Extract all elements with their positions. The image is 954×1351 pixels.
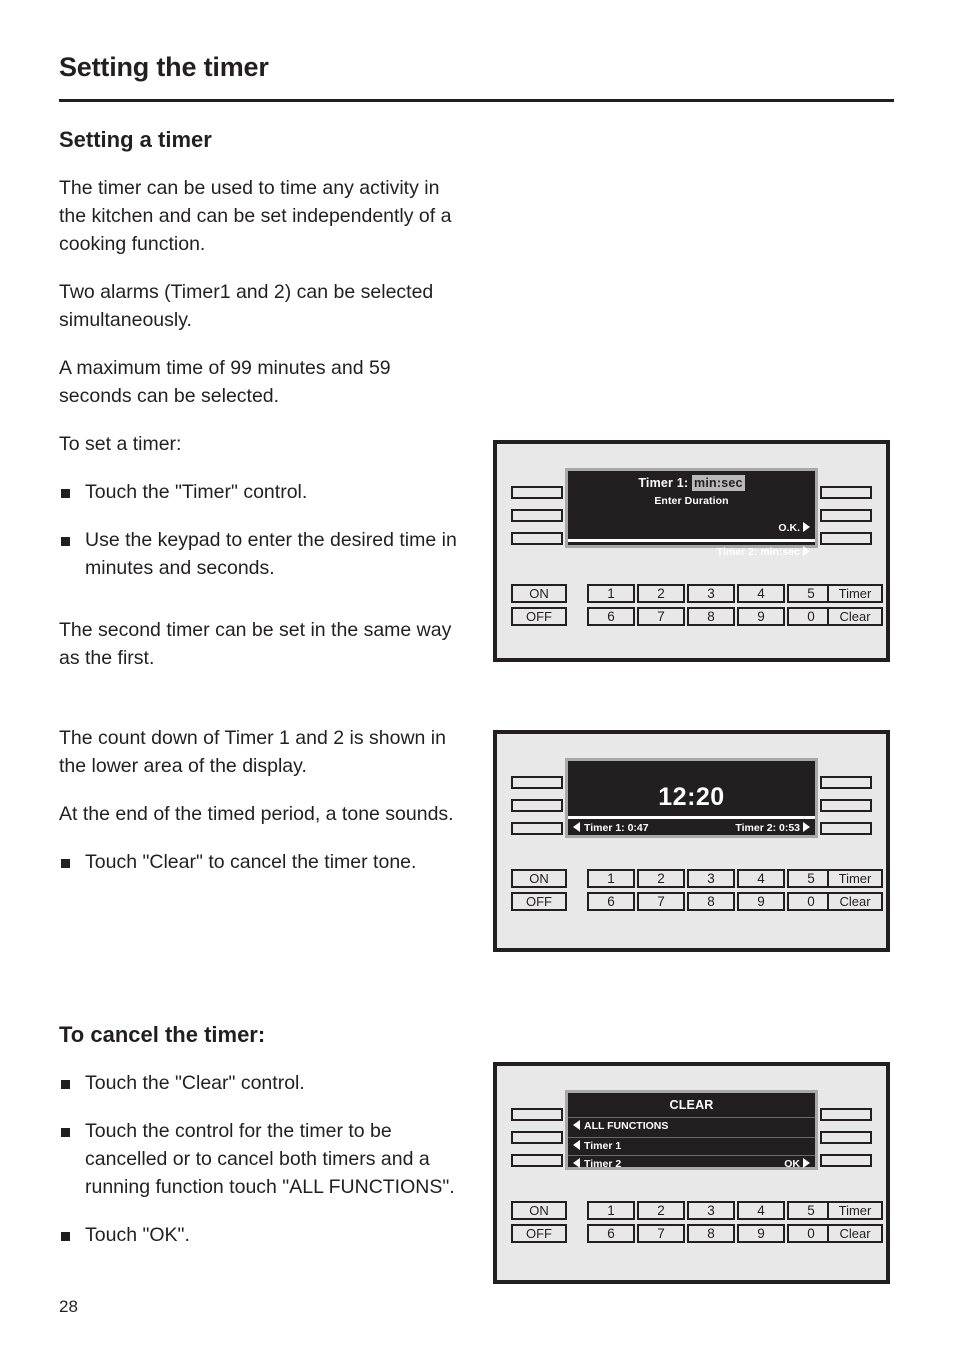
key-7[interactable]: 7 (637, 607, 685, 626)
control-panel-timer-entry: Timer 1: min:sec Enter Duration O.K. Tim… (493, 440, 890, 662)
clear-button[interactable]: Clear (827, 607, 883, 626)
list-item-text: Touch "OK". (85, 1224, 190, 1246)
key-4[interactable]: 4 (737, 869, 785, 888)
section-heading-cancel-timer: To cancel the timer: (59, 1022, 266, 1047)
key-3[interactable]: 3 (687, 869, 735, 888)
key-7[interactable]: 7 (637, 892, 685, 911)
bullet-square-icon (61, 1128, 70, 1137)
bullet-square-icon (61, 1232, 70, 1241)
section-countdown: The count down of Timer 1 and 2 is shown… (59, 724, 459, 876)
list-item: Touch "Clear" to cancel the timer tone. (59, 848, 459, 876)
section-cancel-timer: To cancel the timer: Touch the "Clear" c… (59, 1021, 459, 1249)
paragraph-timer-use: The timer can be used to time any activi… (59, 177, 452, 255)
key-1[interactable]: 1 (587, 1201, 635, 1220)
timer-button[interactable]: Timer (827, 869, 883, 888)
section-setting-a-timer: Setting a timer The timer can be used to… (59, 126, 459, 672)
page-title: Setting the timer (59, 52, 269, 82)
key-2[interactable]: 2 (637, 1201, 685, 1220)
bullet-square-icon (61, 489, 70, 498)
timer-button[interactable]: Timer (827, 1201, 883, 1220)
on-button[interactable]: ON (511, 1201, 567, 1220)
keypad: ON OFF 1 2 3 4 5 6 7 8 9 0 Timer Clear (497, 734, 886, 948)
list-item-text: Use the keypad to enter the desired time… (85, 529, 457, 579)
key-6[interactable]: 6 (587, 607, 635, 626)
bullet-square-icon (61, 537, 70, 546)
key-1[interactable]: 1 (587, 869, 635, 888)
header-divider (59, 99, 894, 102)
control-panel-clear-menu: CLEAR ALL FUNCTIONS Timer 1 Timer 2 OK O… (493, 1062, 890, 1284)
key-7[interactable]: 7 (637, 1224, 685, 1243)
key-1[interactable]: 1 (587, 584, 635, 603)
clear-button[interactable]: Clear (827, 892, 883, 911)
list-item: Use the keypad to enter the desired time… (59, 526, 459, 582)
list-item-text: Touch the control for the timer to be ca… (85, 1120, 455, 1198)
paragraph-tone-sounds: At the end of the timed period, a tone s… (59, 803, 454, 825)
section-heading-setting-a-timer: Setting a timer (59, 127, 212, 152)
bullet-list-set-timer: Touch the "Timer" control. Use the keypa… (59, 478, 459, 582)
keypad: ON OFF 1 2 3 4 5 6 7 8 9 0 Timer Clear (497, 444, 886, 658)
list-item-text: Touch the "Clear" control. (85, 1072, 305, 1094)
bullet-square-icon (61, 859, 70, 868)
on-button[interactable]: ON (511, 584, 567, 603)
list-item-text: Touch "Clear" to cancel the timer tone. (85, 851, 417, 873)
page-number: 28 (59, 1297, 78, 1316)
key-6[interactable]: 6 (587, 892, 635, 911)
list-item: Touch the control for the timer to be ca… (59, 1117, 459, 1201)
key-4[interactable]: 4 (737, 584, 785, 603)
key-8[interactable]: 8 (687, 892, 735, 911)
key-9[interactable]: 9 (737, 1224, 785, 1243)
key-2[interactable]: 2 (637, 584, 685, 603)
paragraph-two-alarms: Two alarms (Timer1 and 2) can be selecte… (59, 281, 434, 331)
key-4[interactable]: 4 (737, 1201, 785, 1220)
paragraph-second-timer: The second timer can be set in the same … (59, 619, 452, 669)
list-item: Touch "OK". (59, 1221, 459, 1249)
bullet-list-cancel-timer: Touch the "Clear" control. Touch the con… (59, 1069, 459, 1249)
clear-button[interactable]: Clear (827, 1224, 883, 1243)
off-button[interactable]: OFF (511, 1224, 567, 1243)
keypad: ON OFF 1 2 3 4 5 6 7 8 9 0 Timer Clear (497, 1066, 886, 1280)
key-8[interactable]: 8 (687, 1224, 735, 1243)
paragraph-to-set-a-timer: To set a timer: (59, 433, 182, 455)
paragraph-countdown: The count down of Timer 1 and 2 is shown… (59, 727, 446, 777)
timer-button[interactable]: Timer (827, 584, 883, 603)
key-9[interactable]: 9 (737, 607, 785, 626)
list-item: Touch the "Timer" control. (59, 478, 459, 506)
bullet-list-cancel-tone: Touch "Clear" to cancel the timer tone. (59, 848, 459, 876)
off-button[interactable]: OFF (511, 892, 567, 911)
key-8[interactable]: 8 (687, 607, 735, 626)
key-2[interactable]: 2 (637, 869, 685, 888)
control-panel-countdown: 12:20 Timer 1: 0:47 Timer 2: 0:53 ON OFF… (493, 730, 890, 952)
bullet-square-icon (61, 1080, 70, 1089)
key-3[interactable]: 3 (687, 1201, 735, 1220)
list-item-text: Touch the "Timer" control. (85, 481, 308, 503)
key-6[interactable]: 6 (587, 1224, 635, 1243)
key-9[interactable]: 9 (737, 892, 785, 911)
off-button[interactable]: OFF (511, 607, 567, 626)
list-item: Touch the "Clear" control. (59, 1069, 459, 1097)
paragraph-maximum-time: A maximum time of 99 minutes and 59 seco… (59, 357, 391, 407)
on-button[interactable]: ON (511, 869, 567, 888)
key-3[interactable]: 3 (687, 584, 735, 603)
